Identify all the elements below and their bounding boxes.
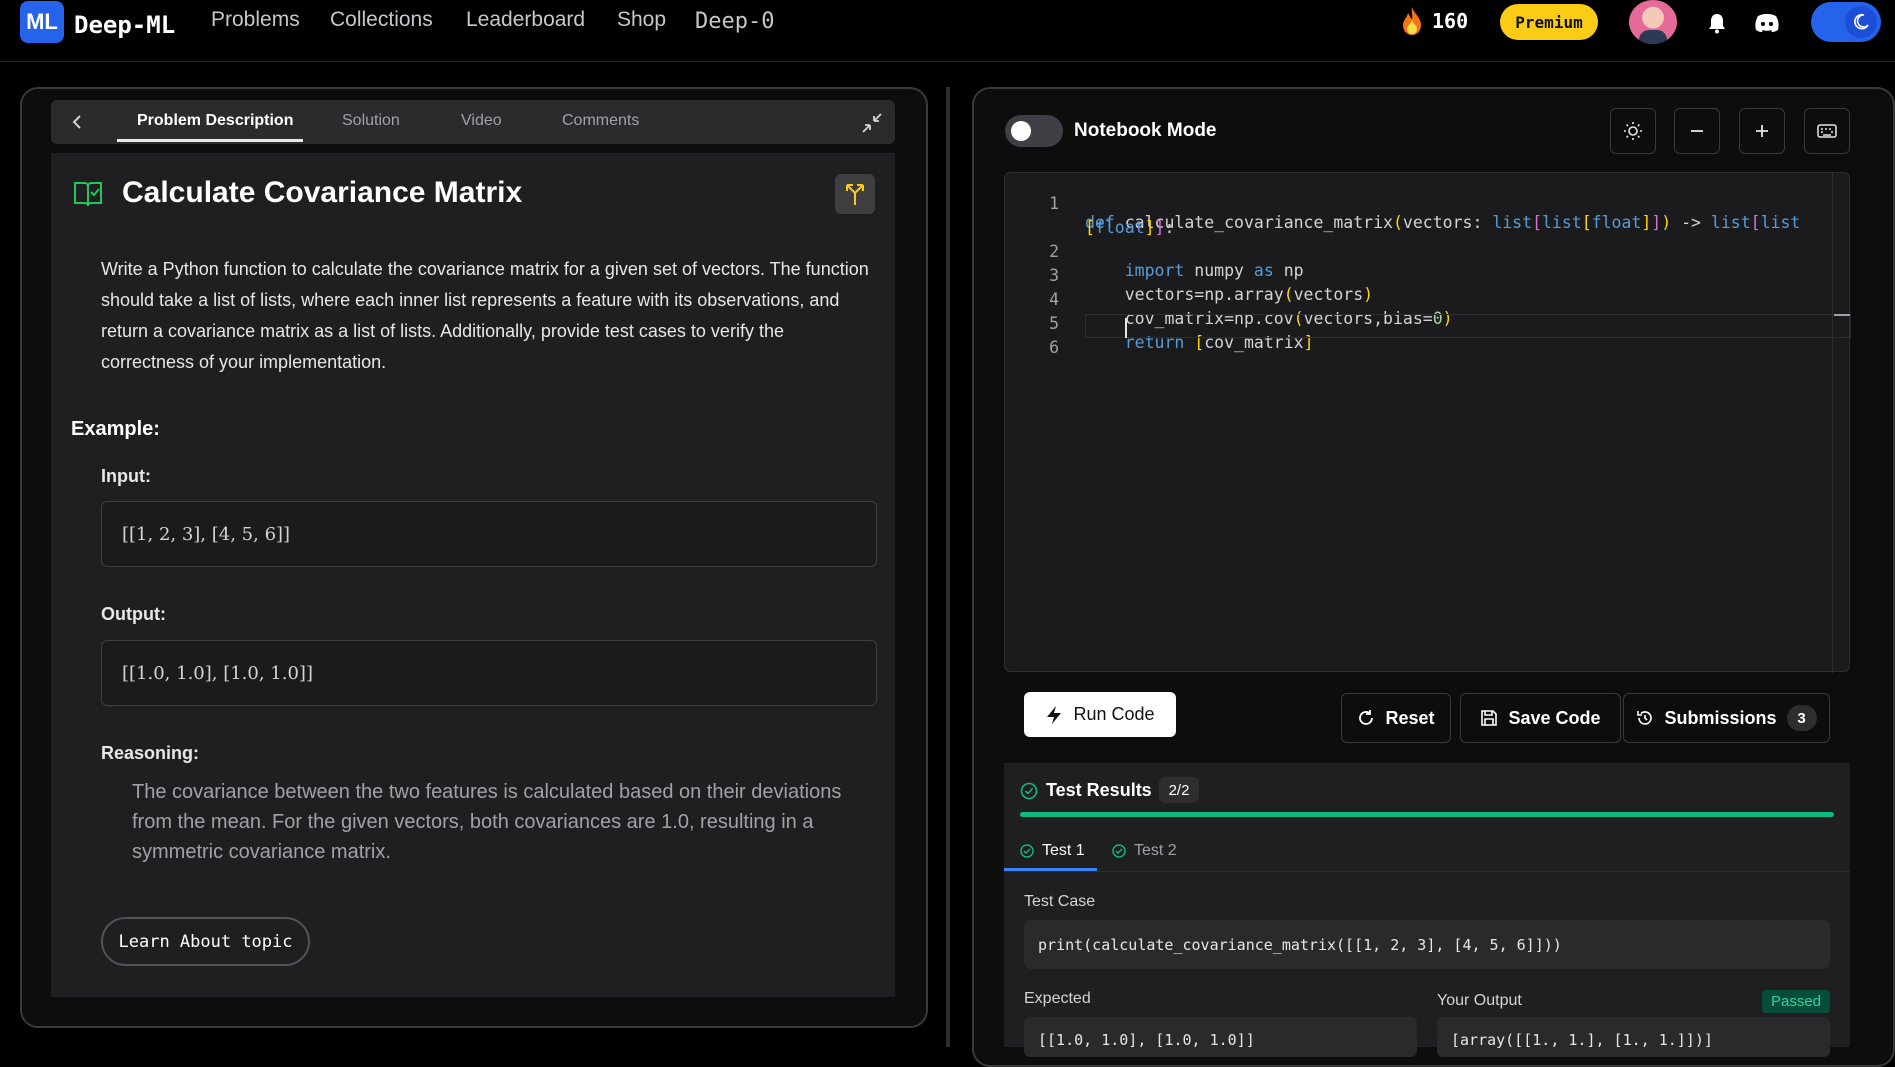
- tab-test-2[interactable]: Test 2: [1112, 842, 1177, 860]
- learn-about-topic-button[interactable]: Learn About topic: [101, 917, 310, 966]
- submissions-count-badge: 3: [1786, 705, 1817, 731]
- discord-icon[interactable]: [1754, 10, 1780, 36]
- keyboard-icon[interactable]: [1804, 108, 1850, 154]
- streak-count: 160: [1432, 9, 1469, 33]
- expected-label: Expected: [1024, 990, 1091, 1007]
- brand-name[interactable]: Deep-ML: [74, 11, 175, 39]
- nav-collections[interactable]: Collections: [330, 8, 433, 32]
- book-check-icon: [73, 180, 103, 208]
- run-code-button[interactable]: Run Code: [1024, 692, 1176, 737]
- example-heading: Example:: [71, 418, 160, 440]
- test-case-label: Test Case: [1024, 893, 1096, 910]
- check-circle-icon: [1020, 782, 1038, 800]
- test-results-badge: 2/2: [1159, 777, 1199, 803]
- tab-test-1[interactable]: Test 1: [1020, 842, 1085, 860]
- code-line: [float]]:: [1085, 218, 1175, 237]
- active-tab-indicator: [117, 139, 303, 142]
- test-results-title: Test Results: [1046, 780, 1152, 800]
- submissions-button[interactable]: Submissions 3: [1623, 693, 1830, 743]
- bell-icon[interactable]: [1704, 10, 1730, 36]
- expected-value: [[1.0, 1.0], [1.0, 1.0]]: [1024, 1017, 1417, 1057]
- code-line: 2 import numpy as np: [1049, 242, 1304, 280]
- input-label: Input:: [101, 466, 151, 486]
- save-icon: [1481, 710, 1498, 726]
- passed-badge: Passed: [1762, 990, 1830, 1013]
- test-progress-bar: [1020, 812, 1834, 817]
- example-output: [[1.0, 1.0], [1.0, 1.0]]: [101, 640, 877, 706]
- your-output-value: [array([[1., 1.], [1., 1.]])]: [1437, 1017, 1830, 1057]
- nav-leaderboard[interactable]: Leaderboard: [466, 8, 585, 32]
- collapse-icon[interactable]: [860, 111, 884, 135]
- fork-arrows-icon: [846, 184, 864, 205]
- code-line: 3 vectors=np.array(vectors): [1049, 266, 1374, 304]
- sun-icon[interactable]: [1610, 108, 1656, 154]
- problem-title: Calculate Covariance Matrix: [122, 176, 523, 209]
- test-case-code: print(calculate_covariance_matrix([[1, 2…: [1024, 920, 1830, 969]
- test-tabs-divider: [1004, 871, 1850, 872]
- zoom-out-icon[interactable]: [1674, 108, 1720, 154]
- test-results-panel: [1004, 763, 1850, 1047]
- streak-counter[interactable]: 160: [1400, 6, 1468, 36]
- panel-resize-handle[interactable]: [946, 87, 950, 1047]
- tab-video[interactable]: Video: [461, 112, 502, 130]
- tab-solution[interactable]: Solution: [342, 112, 400, 130]
- reasoning-text: The covariance between the two features …: [132, 781, 842, 863]
- deep-ml-logo[interactable]: ML: [20, 1, 64, 43]
- text-caret: [1125, 318, 1127, 338]
- refresh-icon: [1359, 710, 1374, 725]
- editor-scrollbar[interactable]: [1832, 173, 1833, 673]
- problem-description: Write a Python function to calculate the…: [101, 259, 869, 372]
- nav-shop[interactable]: Shop: [617, 8, 666, 32]
- scrollbar-cursor-marker: [1834, 314, 1850, 316]
- code-line: 6: [1049, 338, 1059, 357]
- moon-icon: [1845, 6, 1877, 38]
- theme-toggle[interactable]: [1811, 2, 1881, 42]
- tab-problem-description[interactable]: Problem Description: [137, 112, 293, 130]
- active-test-tab-indicator: [1004, 868, 1097, 871]
- fork-button[interactable]: [835, 174, 875, 214]
- problem-tabbar: Problem Description Solution Video Comme…: [51, 100, 895, 144]
- code-editor[interactable]: 1 def calculate_covariance_matrix(vector…: [1004, 172, 1851, 673]
- notebook-mode-toggle[interactable]: [1005, 115, 1063, 147]
- user-avatar[interactable]: [1629, 0, 1677, 44]
- code-line: 1 def calculate_covariance_matrix(vector…: [1049, 194, 1801, 232]
- reasoning-label: Reasoning:: [101, 743, 200, 763]
- flame-icon: [1400, 6, 1424, 36]
- check-circle-icon: [1020, 844, 1034, 858]
- notebook-mode-label: Notebook Mode: [1074, 120, 1217, 141]
- code-line: 4 cov_matrix=np.cov(vectors,bias=0): [1049, 290, 1453, 328]
- check-circle-icon: [1112, 844, 1126, 858]
- reset-button[interactable]: Reset: [1341, 693, 1451, 743]
- nav-problems[interactable]: Problems: [211, 8, 300, 32]
- tab-comments[interactable]: Comments: [562, 112, 639, 130]
- save-code-button[interactable]: Save Code: [1460, 693, 1621, 743]
- history-icon: [1637, 711, 1653, 725]
- nav-deep-0[interactable]: Deep-0: [695, 9, 774, 34]
- premium-button[interactable]: Premium: [1500, 4, 1598, 40]
- zoom-in-icon[interactable]: [1739, 108, 1785, 154]
- example-input: [[1, 2, 3], [4, 5, 6]]: [101, 501, 877, 567]
- output-label: Output:: [101, 604, 166, 624]
- back-chevron-icon[interactable]: [67, 112, 87, 132]
- lightning-icon: [1047, 705, 1062, 724]
- your-output-label: Your Output: [1437, 992, 1522, 1009]
